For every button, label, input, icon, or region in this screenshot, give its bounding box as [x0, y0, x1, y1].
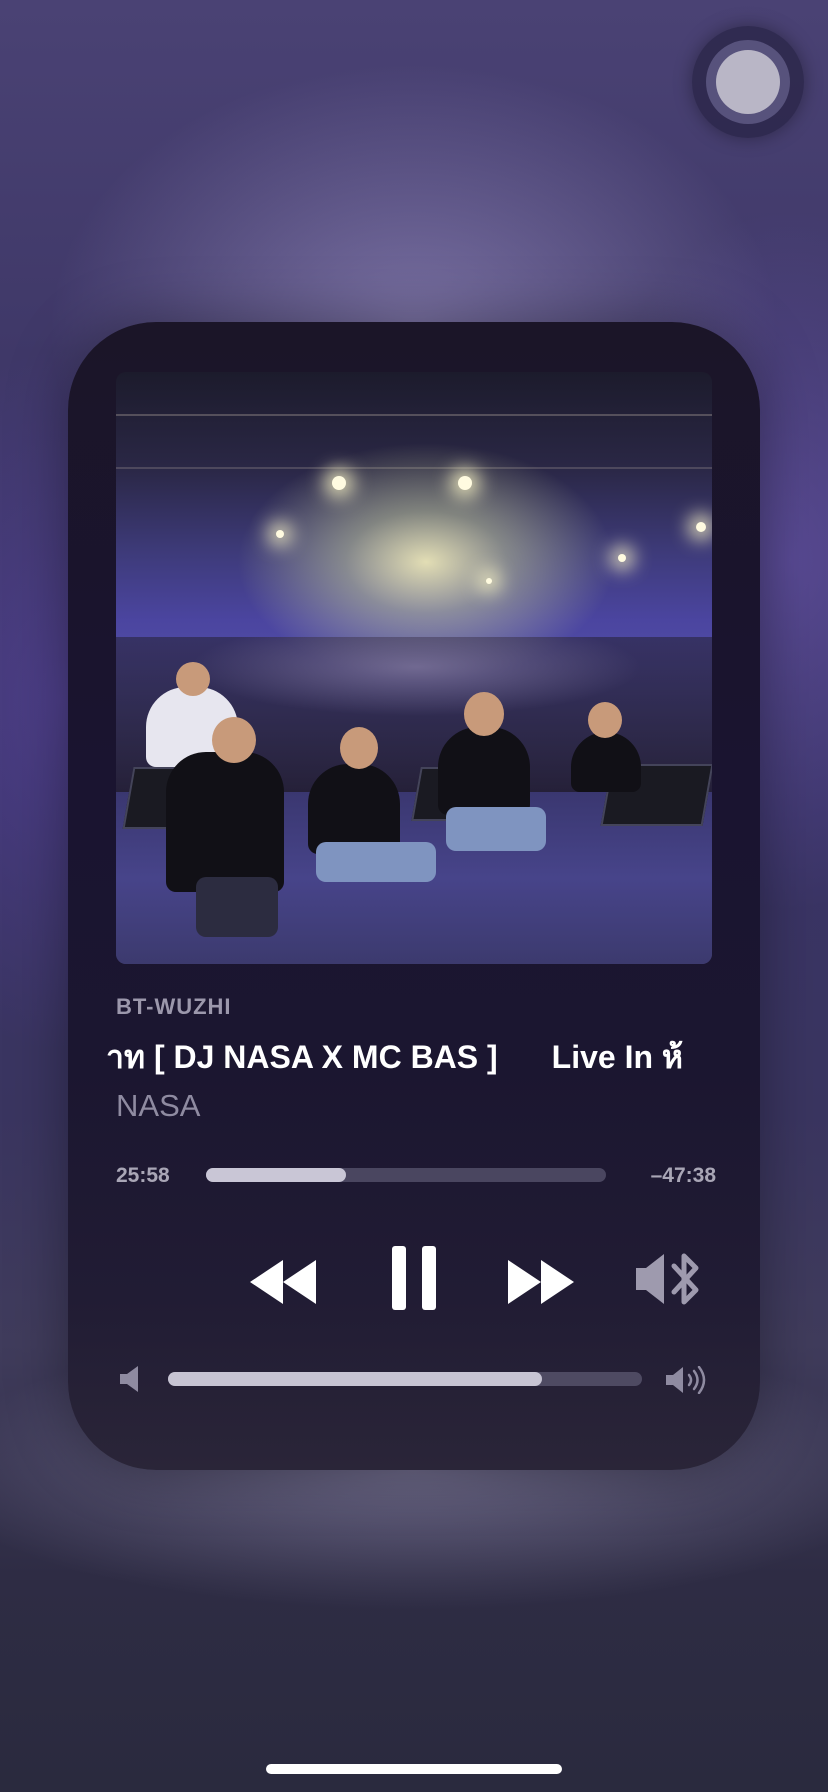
artwork-person-head	[212, 717, 256, 763]
rewind-icon[interactable]	[250, 1260, 316, 1304]
artist-name[interactable]: NASA	[116, 1088, 200, 1124]
artwork-stage-light	[618, 554, 626, 562]
artwork-person	[438, 727, 530, 815]
playback-progress-fill	[206, 1168, 346, 1182]
fast-forward-icon[interactable]	[508, 1260, 574, 1304]
audio-source-label: BT-WUZHI	[116, 994, 232, 1019]
elapsed-time: 25:58	[116, 1164, 170, 1187]
volume-slider[interactable]	[168, 1372, 642, 1386]
artwork-stage-light	[332, 476, 346, 490]
assistive-touch-button[interactable]	[692, 26, 804, 138]
home-indicator[interactable]	[266, 1764, 562, 1774]
volume-high-icon	[666, 1366, 706, 1394]
now-playing-card: BT-WUZHI าท [ DJ NASA X MC BAS ] Live In …	[68, 322, 760, 1470]
artwork-person-pants	[196, 877, 278, 937]
artwork-ceiling-beam	[116, 414, 712, 416]
assistive-touch-core	[716, 50, 780, 114]
playback-scrubber[interactable]	[206, 1168, 606, 1182]
artwork-person-pants	[446, 807, 546, 851]
artwork-person-head	[464, 692, 504, 736]
artwork-stage-light	[486, 578, 492, 584]
artwork-person-pants	[316, 842, 436, 882]
track-title-repeat: Live In ห้	[551, 1039, 684, 1075]
volume-low-icon	[120, 1366, 138, 1392]
artwork-stage-light	[458, 476, 472, 490]
album-artwork[interactable]	[116, 372, 712, 964]
bluetooth-speaker-icon[interactable]	[634, 1250, 706, 1308]
artwork-person	[166, 752, 284, 892]
artwork-person-head	[588, 702, 622, 738]
artwork-person	[308, 764, 400, 854]
pause-icon[interactable]	[390, 1246, 438, 1310]
volume-slider-fill	[168, 1372, 543, 1386]
track-title: าท [ DJ NASA X MC BAS ]	[106, 1039, 498, 1075]
artwork-stage-light	[276, 530, 284, 538]
artwork-person-head	[340, 727, 378, 769]
artwork-person-head	[176, 662, 210, 696]
remaining-time: –47:38	[650, 1164, 716, 1187]
artwork-stage-light	[696, 522, 706, 532]
track-title-marquee: าท [ DJ NASA X MC BAS ] Live In ห้	[106, 1032, 716, 1082]
